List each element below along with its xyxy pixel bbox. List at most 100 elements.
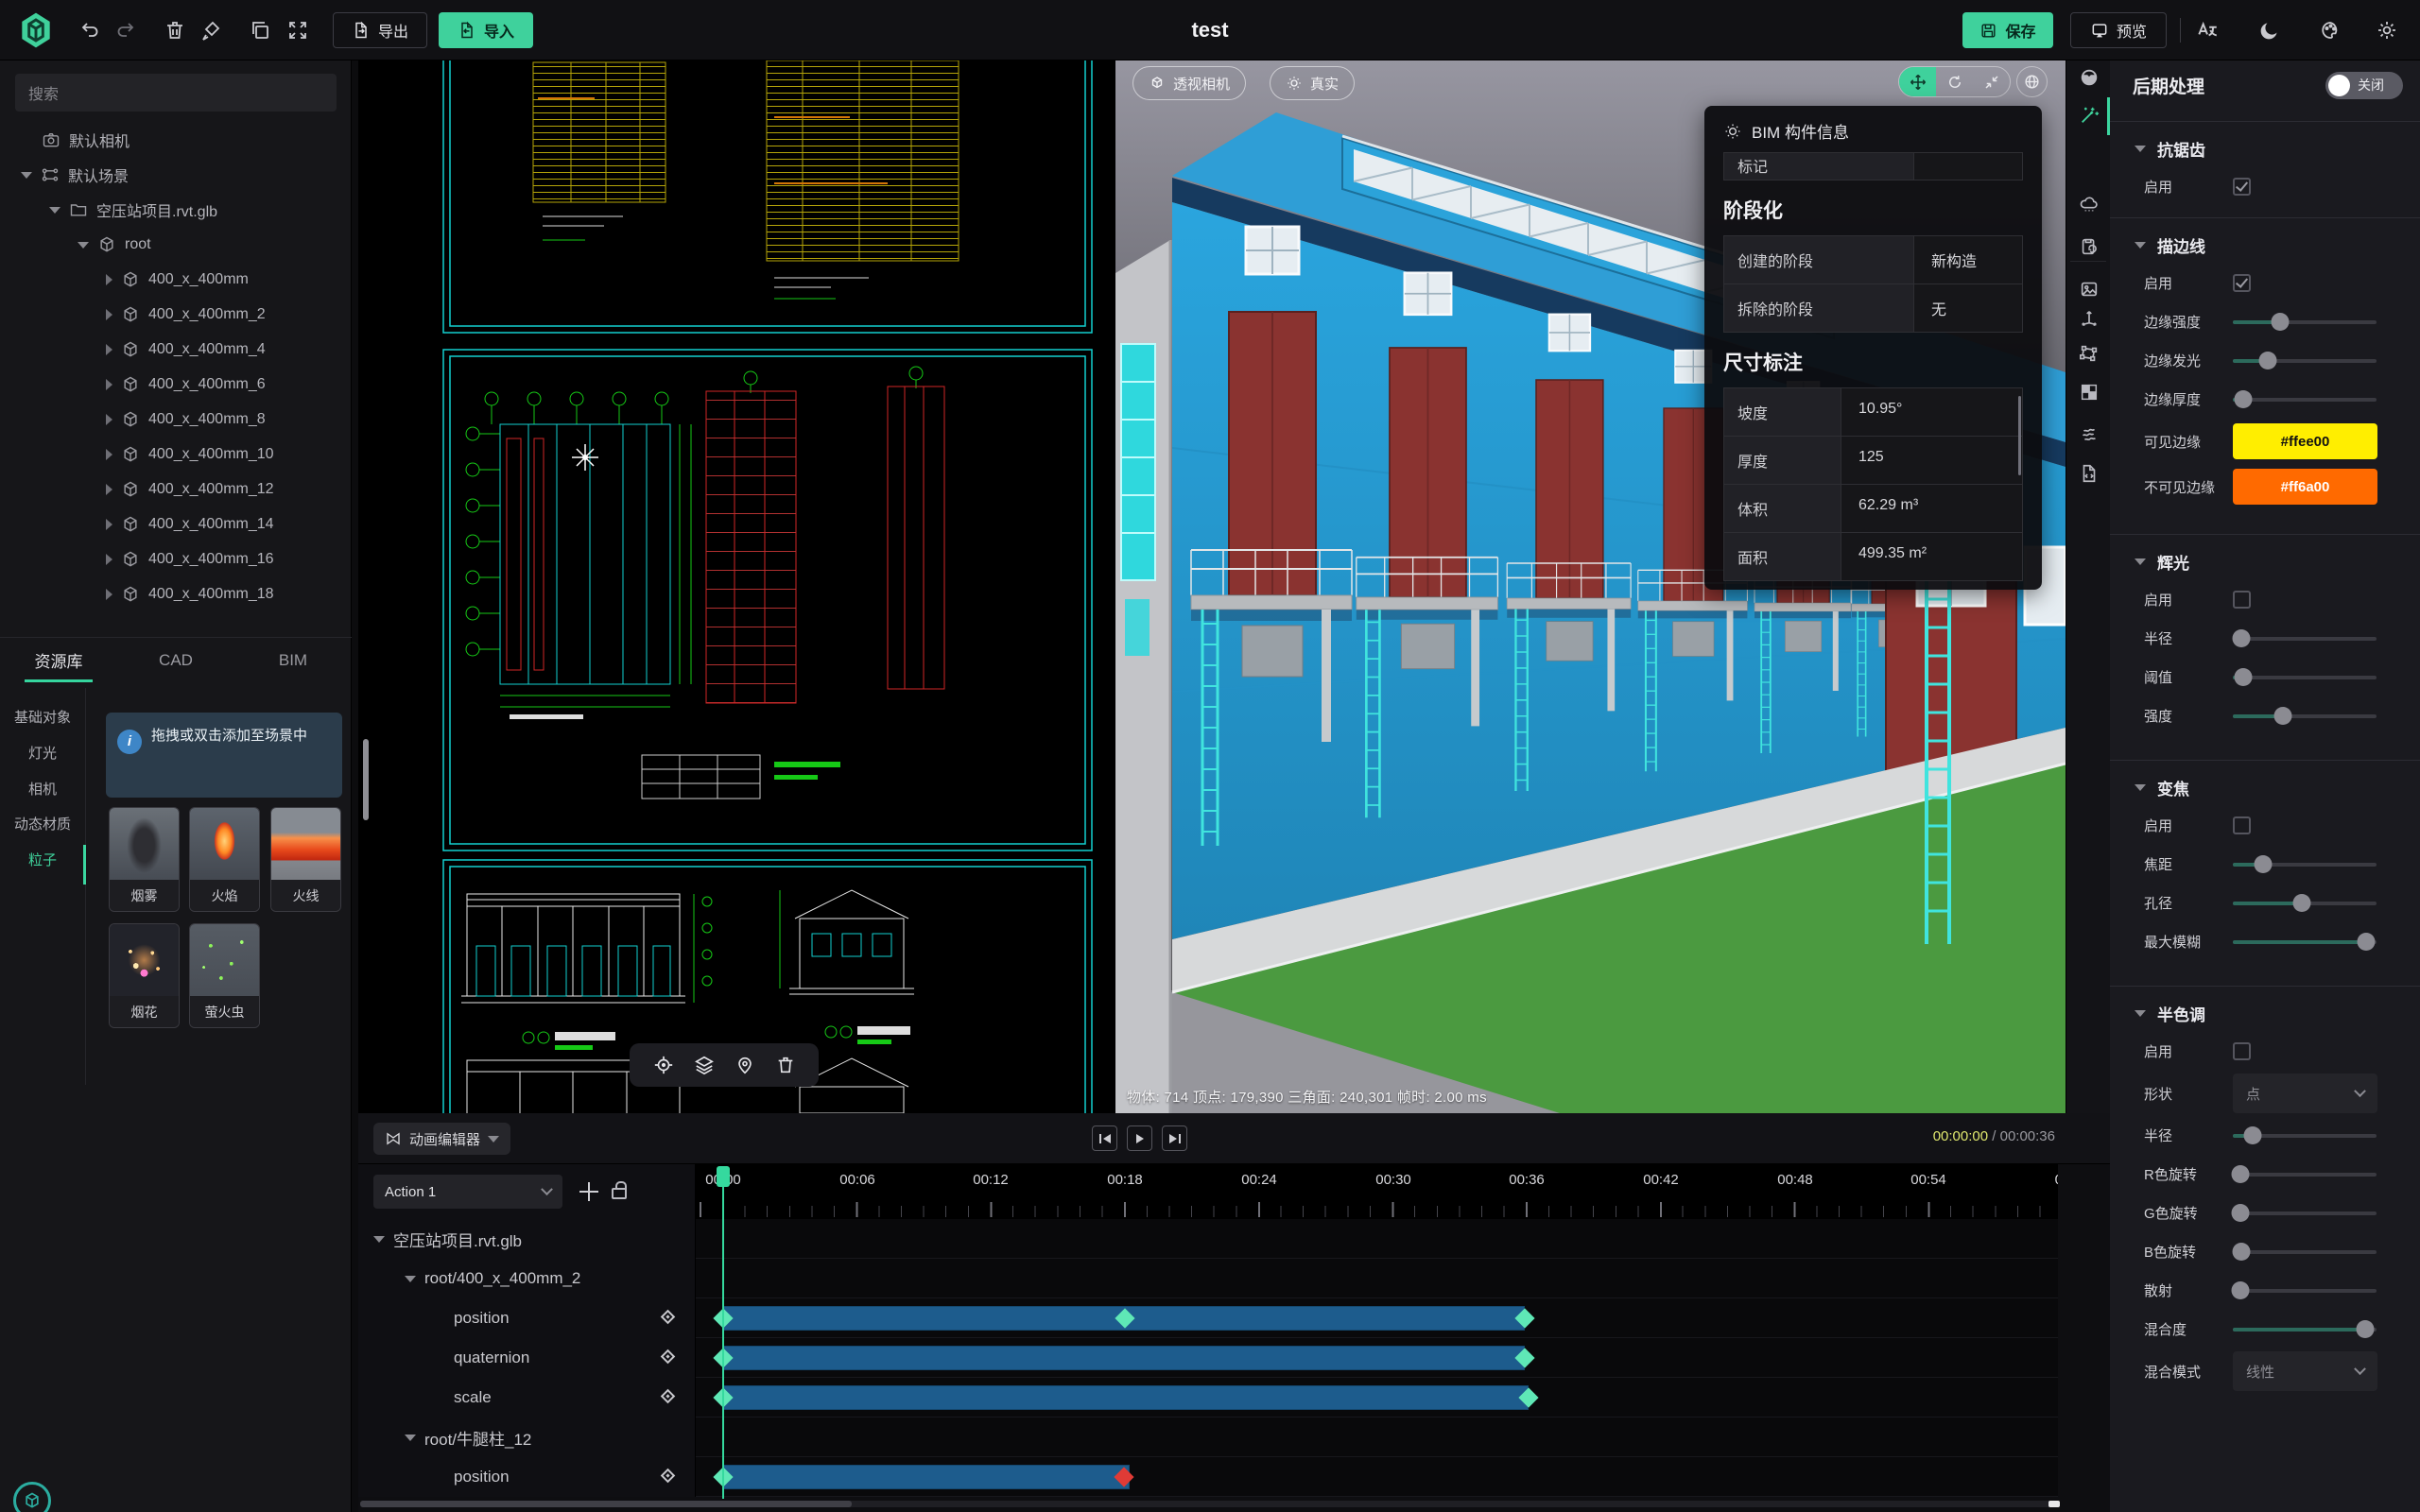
track-row-node[interactable]: root/400_x_400mm_2 [358, 1259, 696, 1298]
tree-item-mesh[interactable]: 400_x_400mm_10 [0, 438, 352, 472]
tree-item-mesh[interactable]: 400_x_400mm_8 [0, 403, 352, 437]
tree-item-mesh[interactable]: 400_x_400mm_6 [0, 368, 352, 402]
category-basic-objects[interactable]: 基础对象 [0, 699, 85, 733]
dark-mode-icon[interactable] [2254, 14, 2286, 46]
timeline-scrollbar-thumb[interactable] [360, 1501, 852, 1507]
undo-icon[interactable] [74, 14, 106, 46]
keyframe-diamond-icon[interactable] [661, 1349, 676, 1365]
tree-item-default-scene[interactable]: 默认场景 [0, 158, 352, 192]
collapsed-caret-icon[interactable] [106, 589, 112, 600]
add-track-button[interactable] [578, 1180, 600, 1203]
expand-caret-icon[interactable] [405, 1435, 416, 1441]
expand-caret-icon[interactable] [78, 242, 89, 249]
checker-material-icon[interactable] [2078, 381, 2100, 404]
section-caret-icon[interactable] [2135, 558, 2146, 565]
crop-polygon-icon[interactable] [2078, 342, 2100, 365]
keyframe-bar-position2[interactable] [723, 1465, 1130, 1489]
keyframe-diamond-icon[interactable] [661, 1310, 676, 1325]
keyframe-diamond-icon[interactable] [661, 1389, 676, 1404]
settings-gear-icon[interactable] [2371, 14, 2403, 46]
category-particles[interactable]: 粒子 [0, 842, 85, 876]
shape-select[interactable]: 点 [2233, 1074, 2377, 1113]
timeline-scrollbar-end[interactable] [2048, 1501, 2060, 1507]
script-file-icon[interactable] [2078, 462, 2100, 485]
lane-row[interactable] [696, 1378, 2058, 1418]
b-rotate-slider[interactable] [2233, 1250, 2377, 1254]
category-lights[interactable]: 灯光 [0, 735, 85, 769]
focal-length-slider[interactable] [2233, 863, 2377, 867]
cad-viewport[interactable] [358, 60, 1115, 1113]
timeline-ruler[interactable]: 00:00 00:06 00:12 00:18 00:24 00:30 00:3… [696, 1164, 2058, 1219]
skip-start-button[interactable] [1092, 1125, 1117, 1151]
tab-cad[interactable]: CAD [117, 638, 234, 682]
collapsed-caret-icon[interactable] [106, 449, 112, 460]
timeline-lane[interactable]: 00:00 00:06 00:12 00:18 00:24 00:30 00:3… [696, 1164, 2058, 1508]
tree-item-mesh[interactable]: 400_x_400mm_4 [0, 333, 352, 367]
preview-button[interactable]: 预览 [2070, 12, 2167, 48]
track-row-quaternion[interactable]: quaternion [358, 1338, 696, 1378]
collapsed-caret-icon[interactable] [106, 379, 112, 390]
tab-bim[interactable]: BIM [234, 638, 352, 682]
section-caret-icon[interactable] [2135, 1010, 2146, 1017]
track-row-file[interactable]: 空压站项目.rvt.glb [358, 1219, 696, 1259]
hidden-edge-color-button[interactable]: #ff6a00 [2233, 469, 2377, 505]
globe-view-button[interactable] [2016, 66, 2048, 97]
track-row-position2[interactable]: position [358, 1457, 696, 1497]
expand-caret-icon[interactable] [373, 1236, 385, 1243]
glow-enable-checkbox[interactable] [2233, 591, 2251, 609]
collapsed-caret-icon[interactable] [106, 414, 112, 425]
tree-item-mesh[interactable]: 400_x_400mm_2 [0, 298, 352, 332]
collapsed-caret-icon[interactable] [106, 274, 112, 285]
delete-icon[interactable] [159, 14, 191, 46]
halftone-enable-checkbox[interactable] [2233, 1042, 2251, 1060]
copy-icon[interactable] [244, 14, 276, 46]
dof-enable-checkbox[interactable] [2233, 816, 2251, 834]
antialias-enable-checkbox[interactable] [2233, 178, 2251, 196]
collapsed-caret-icon[interactable] [106, 484, 112, 495]
tree-item-mesh[interactable]: 400_x_400mm_12 [0, 472, 352, 507]
clipboard-history-icon[interactable] [2078, 235, 2100, 258]
redo-icon[interactable] [110, 14, 142, 46]
collapsed-caret-icon[interactable] [106, 309, 112, 320]
lane-row[interactable] [696, 1259, 2058, 1298]
paint-icon[interactable] [195, 14, 227, 46]
search-input[interactable]: 搜索 [15, 74, 337, 112]
location-pin-icon[interactable] [735, 1055, 755, 1075]
g-rotate-slider[interactable] [2233, 1211, 2377, 1215]
particle-card-firework[interactable]: 烟花 [109, 923, 180, 1028]
tree-item-glb-file[interactable]: 空压站项目.rvt.glb [0, 193, 352, 227]
particle-card-smoke[interactable]: 烟雾 [109, 807, 180, 912]
lane-row[interactable] [696, 1457, 2058, 1497]
category-dynamic-materials[interactable]: 动态材质 [0, 806, 85, 840]
collapsed-caret-icon[interactable] [106, 554, 112, 565]
camera-mode-button[interactable]: 透视相机 [1132, 66, 1246, 100]
timeline-scrollbar[interactable] [360, 1501, 2057, 1507]
tree-item-root[interactable]: root [0, 228, 352, 262]
lane-row[interactable] [696, 1219, 2058, 1259]
particle-card-fireline[interactable]: 火线 [270, 807, 341, 912]
lane-row[interactable] [696, 1338, 2058, 1378]
blend-mode-select[interactable]: 线性 [2233, 1351, 2377, 1391]
locate-target-icon[interactable] [653, 1055, 674, 1075]
expand-caret-icon[interactable] [405, 1276, 416, 1282]
tree-item-mesh[interactable]: 400_x_400mm_14 [0, 507, 352, 541]
lock-icon[interactable] [612, 1188, 627, 1199]
fullscreen-icon[interactable] [282, 14, 314, 46]
tree-item-mesh[interactable]: 400_x_400mm_16 [0, 542, 352, 576]
transform-3d-icon[interactable] [2078, 308, 2100, 331]
category-cameras[interactable]: 相机 [0, 771, 85, 805]
particle-card-firefly[interactable]: 萤火虫 [189, 923, 260, 1028]
r-rotate-slider[interactable] [2233, 1173, 2377, 1177]
tree-item-mesh[interactable]: 400_x_400mm_18 [0, 577, 352, 611]
track-row-scale[interactable]: scale [358, 1378, 696, 1418]
cad-scrollbar[interactable] [363, 739, 369, 820]
collapsed-caret-icon[interactable] [106, 344, 112, 355]
3d-viewport[interactable]: 透视相机 真实 BIM 构件信息 标记 阶段化 创建的阶段新构造 拆除的阶段无 … [1115, 60, 2066, 1113]
skip-end-button[interactable] [1162, 1125, 1187, 1151]
action-select[interactable]: Action 1 [373, 1175, 562, 1209]
refresh-view-button[interactable] [1936, 67, 1973, 96]
collapsed-caret-icon[interactable] [106, 519, 112, 530]
glow-strength-slider[interactable] [2233, 714, 2377, 718]
expand-caret-icon[interactable] [49, 207, 60, 214]
glow-radius-slider[interactable] [2233, 637, 2377, 641]
